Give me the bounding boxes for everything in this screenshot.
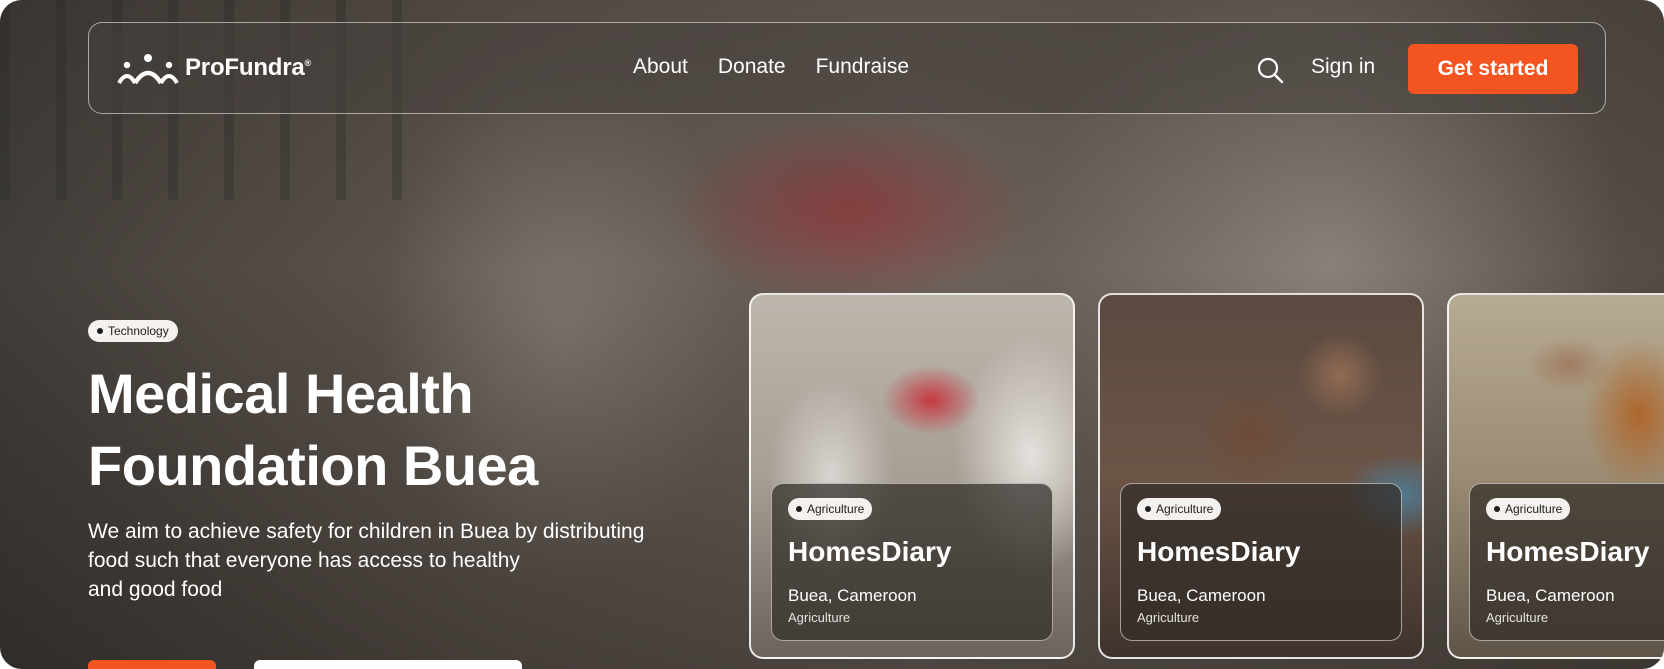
brand-logo[interactable]: ProFundra® xyxy=(117,51,311,85)
card-title: HomesDiary xyxy=(788,536,952,567)
nav-link-donate[interactable]: Donate xyxy=(718,55,786,79)
badge-dot xyxy=(1494,506,1500,512)
card-badge-label: Agriculture xyxy=(1505,502,1563,516)
card-category: Agriculture xyxy=(1486,610,1549,625)
card-location: Buea, Cameroon xyxy=(1486,586,1615,605)
search-icon[interactable] xyxy=(1256,56,1284,84)
card-title: HomesDiary xyxy=(1486,536,1650,567)
badge-dot xyxy=(97,328,103,334)
card-category: Agriculture xyxy=(788,610,851,625)
people-logo-icon xyxy=(117,54,179,85)
card-title: HomesDiary xyxy=(1137,536,1301,567)
badge-label: Technology xyxy=(108,324,169,338)
hero-title: Medical Health Foundation Buea xyxy=(88,362,538,497)
card-badge-label: Agriculture xyxy=(807,502,865,516)
card-badge: Agriculture xyxy=(788,498,873,520)
card-location: Buea, Cameroon xyxy=(1137,586,1266,605)
campaign-card[interactable]: Agriculture HomesDiary Buea, Cameroon Ag… xyxy=(1447,293,1664,659)
card-location: Buea, Cameroon xyxy=(788,586,917,605)
card-info-panel: Agriculture HomesDiary Buea, Cameroon Ag… xyxy=(1120,483,1402,641)
card-info-panel: Agriculture HomesDiary Buea, Cameroon Ag… xyxy=(1469,483,1664,641)
nav-links: About Donate Fundraise xyxy=(633,55,909,79)
brand-name: ProFundra® xyxy=(185,54,311,81)
badge-dot xyxy=(796,506,802,512)
card-badge: Agriculture xyxy=(1486,498,1571,520)
campaign-card[interactable]: Agriculture HomesDiary Buea, Cameroon Ag… xyxy=(749,293,1075,659)
get-started-button[interactable]: Get started xyxy=(1408,44,1578,94)
secondary-action-button[interactable] xyxy=(254,660,522,669)
hero-section: ProFundra® About Donate Fundraise Sign i… xyxy=(0,0,1664,669)
card-badge: Agriculture xyxy=(1137,498,1222,520)
badge-dot xyxy=(1145,506,1151,512)
campaign-card[interactable]: Agriculture HomesDiary Buea, Cameroon Ag… xyxy=(1098,293,1424,659)
hero-description: We aim to achieve safety for children in… xyxy=(88,520,645,601)
sign-in-link[interactable]: Sign in xyxy=(1311,55,1375,79)
nav-link-fundraise[interactable]: Fundraise xyxy=(816,55,909,79)
card-category: Agriculture xyxy=(1137,610,1200,625)
primary-action-button[interactable] xyxy=(88,660,216,669)
top-navbar: ProFundra® About Donate Fundraise Sign i… xyxy=(88,22,1606,114)
nav-link-about[interactable]: About xyxy=(633,55,688,79)
card-badge-label: Agriculture xyxy=(1156,502,1214,516)
card-info-panel: Agriculture HomesDiary Buea, Cameroon Ag… xyxy=(771,483,1053,641)
category-badge: Technology xyxy=(88,320,178,342)
